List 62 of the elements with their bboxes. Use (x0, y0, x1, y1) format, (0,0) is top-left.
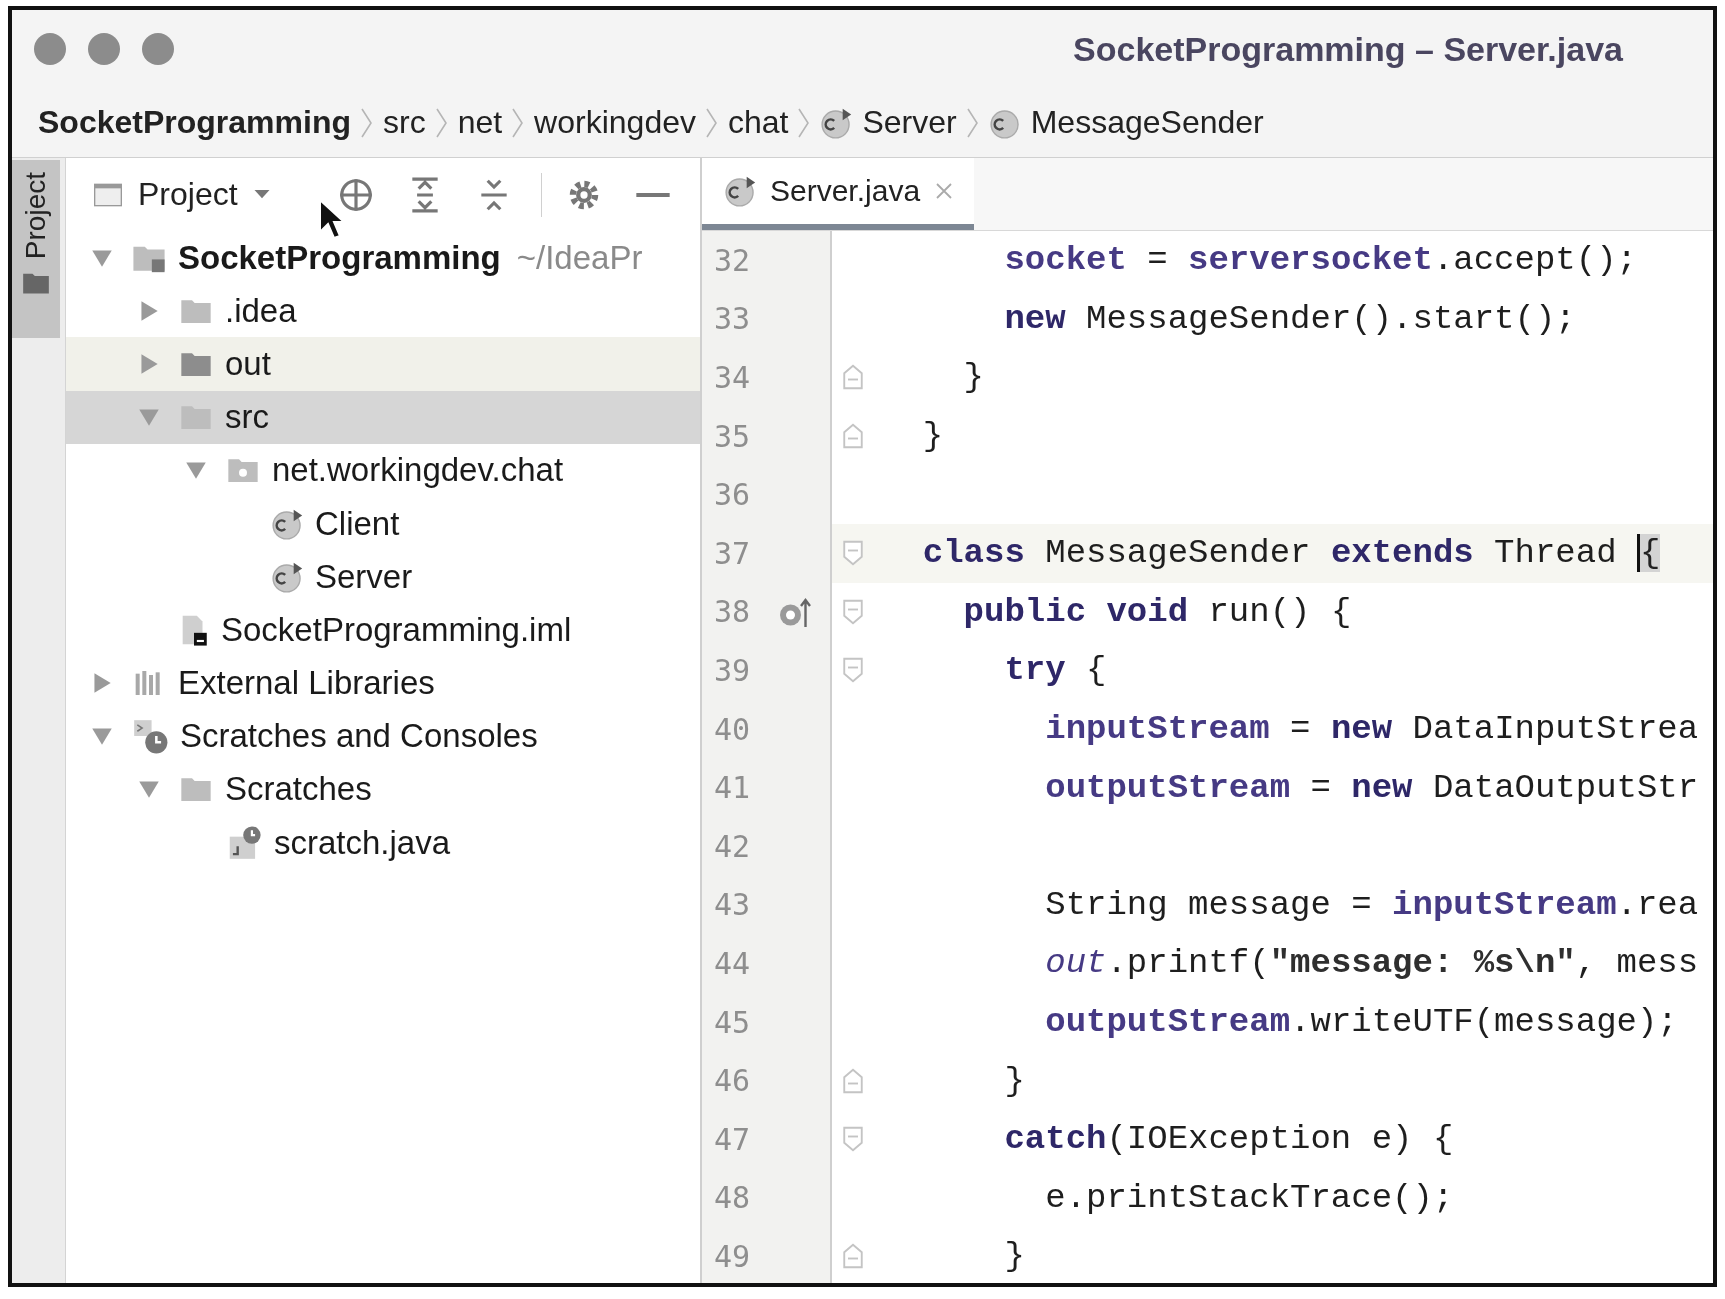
code-line: String message = inputStream.rea (1044, 885, 1699, 924)
tree-item[interactable]: Client (66, 496, 700, 551)
tree-item[interactable]: Scratches and Consoles (66, 709, 700, 763)
tree-item[interactable]: External Libraries (66, 656, 700, 710)
line-number: 32 (714, 242, 752, 278)
line-number: 38 (714, 594, 752, 630)
code-line: } (1003, 1061, 1025, 1100)
line-number: 42 (714, 828, 752, 864)
line-number: 45 (714, 1004, 752, 1040)
code-line: } (962, 358, 985, 397)
line-number: 48 (714, 1180, 752, 1216)
breadcrumb[interactable]: chat (727, 104, 789, 141)
tree-item[interactable]: out (66, 337, 700, 391)
code-line: e.printStackTrace(); (1044, 1178, 1454, 1217)
code-line: class MessageSender extends Thread { (921, 534, 1661, 573)
code-line: catch(IOException e) { (1003, 1120, 1454, 1159)
code-line: public void run() { (962, 592, 1352, 631)
zoom-window-button[interactable] (142, 33, 174, 65)
line-number: 39 (714, 652, 752, 688)
line-number: 47 (714, 1121, 752, 1157)
line-number: 43 (714, 887, 752, 923)
code-line: } (921, 417, 944, 456)
window-title: SocketProgramming – Server.java (1073, 29, 1623, 69)
line-number: 46 (714, 1063, 752, 1099)
minimize-window-button[interactable] (88, 33, 120, 65)
code-line: out.printf("message: %s\n", mess (1044, 944, 1699, 983)
line-number: 36 (714, 477, 752, 513)
tree-item[interactable]: scratch.java (66, 816, 700, 870)
tree-item[interactable]: SocketProgramming.iml (66, 603, 700, 657)
close-window-button[interactable] (34, 33, 66, 65)
editor-tab[interactable]: Server.java (702, 158, 975, 230)
line-number: 34 (714, 360, 752, 395)
view-selector[interactable]: Project (90, 176, 274, 213)
tree-item[interactable]: net.workingdev.chat (66, 443, 700, 497)
line-number: 33 (714, 301, 752, 337)
code-line: inputStream = new DataInputStrea (1044, 710, 1699, 749)
breadcrumb[interactable]: workingdev (534, 104, 696, 141)
line-number: 44 (714, 945, 752, 981)
tree-item[interactable]: SocketProgramming ~/IdeaPr (66, 231, 700, 285)
line-number: 35 (714, 418, 752, 454)
line-number: 40 (714, 711, 752, 747)
project-tool-window-button[interactable]: Project (12, 160, 60, 338)
code-line: } (1003, 1237, 1025, 1276)
breadcrumb[interactable]: MessageSender (988, 104, 1264, 141)
code-line: socket = serversocket.accept(); (1003, 241, 1637, 280)
breadcrumb[interactable]: net (457, 104, 503, 141)
tree-item[interactable]: .idea (66, 284, 700, 338)
code-line: try { (1003, 651, 1107, 690)
code-line: new MessageSender().start(); (1003, 299, 1576, 338)
minus-icon (636, 192, 671, 197)
tree-item[interactable]: Server (66, 550, 700, 604)
line-number: 37 (714, 535, 752, 571)
runnable-class-icon (724, 174, 758, 208)
tree-item[interactable]: src (66, 390, 700, 444)
code-line: outputStream.writeUTF(message); (1044, 1003, 1678, 1041)
line-number: 41 (714, 770, 752, 806)
breadcrumb[interactable]: Server (820, 104, 957, 141)
breadcrumb[interactable]: SocketProgramming (38, 104, 351, 141)
code-line: outputStream = new DataOutputStr (1044, 768, 1699, 807)
tree-item[interactable]: Scratches (66, 762, 700, 817)
line-number: 49 (714, 1238, 752, 1274)
breadcrumb[interactable]: src (382, 104, 426, 141)
